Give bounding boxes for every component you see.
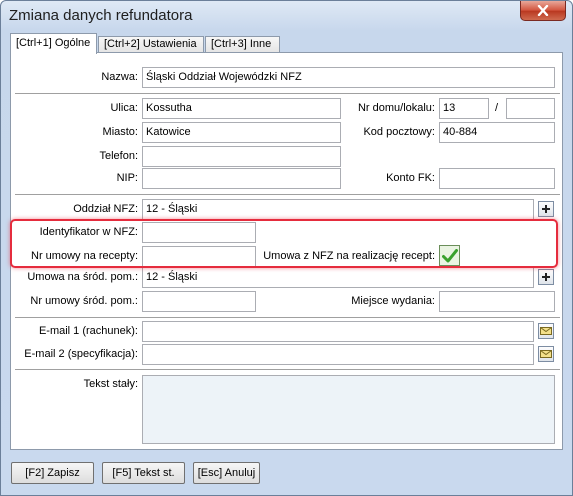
email2-field[interactable] <box>142 344 534 365</box>
highlight-frame <box>10 219 558 268</box>
envelope-icon <box>540 327 552 335</box>
umowa-srod-field[interactable]: 12 - Śląski <box>142 267 534 288</box>
telefon-label: Telefon: <box>99 150 138 162</box>
email1-label: E-mail 1 (rachunek): <box>38 325 138 337</box>
nr-lokalu-field[interactable] <box>506 98 555 119</box>
separator <box>15 369 560 370</box>
umowa-srod-label: Umowa na śród. pom.: <box>27 271 138 283</box>
umowa-srod-select-button[interactable] <box>538 269 554 285</box>
telefon-field[interactable] <box>142 146 341 167</box>
nip-label: NIP: <box>116 172 138 184</box>
konto-label: Konto FK: <box>386 172 435 184</box>
konto-field[interactable] <box>439 168 555 189</box>
miasto-label: Miasto: <box>102 126 138 138</box>
tab-ustawienia[interactable]: [Ctrl+2] Ustawienia <box>98 36 204 53</box>
nr-domu-field[interactable]: 13 <box>439 98 489 119</box>
save-button[interactable]: [F2] Zapisz <box>11 462 94 484</box>
oddzial-label: Oddział NFZ: <box>73 203 138 215</box>
window-title: Zmiana danych refundatora <box>9 7 193 24</box>
nazwa-label: Nazwa: <box>101 71 138 83</box>
kod-label: Kod pocztowy: <box>363 126 435 138</box>
tab-inne[interactable]: [Ctrl+3] Inne <box>205 36 280 53</box>
cancel-button[interactable]: [Esc] Anuluj <box>193 462 260 484</box>
oddzial-field[interactable]: 12 - Śląski <box>142 199 534 220</box>
email2-label: E-mail 2 (specyfikacja): <box>24 348 138 360</box>
email1-field[interactable] <box>142 321 534 342</box>
kod-field[interactable]: 40-884 <box>439 122 555 143</box>
tekst-label: Tekst stały: <box>83 378 138 390</box>
oddzial-select-button[interactable] <box>538 201 554 217</box>
ulica-label: Ulica: <box>110 102 138 114</box>
tab-ogolne[interactable]: [Ctrl+1] Ogólne <box>10 33 97 54</box>
close-button[interactable] <box>520 1 566 21</box>
envelope-icon <box>540 350 552 358</box>
nr-separator: / <box>495 102 499 114</box>
separator <box>15 317 560 318</box>
plus-icon <box>542 273 550 281</box>
miejsce-label: Miejsce wydania: <box>351 295 435 307</box>
nr-umowy-srod-label: Nr umowy śród. pom.: <box>30 295 138 307</box>
nr-domu-label: Nr domu/lokalu: <box>357 102 435 114</box>
separator <box>15 93 560 94</box>
email1-envelope-button[interactable] <box>538 323 554 339</box>
nr-umowy-srod-field[interactable] <box>142 291 256 312</box>
miejsce-field[interactable] <box>439 291 555 312</box>
tekst-textarea[interactable] <box>142 375 555 444</box>
dialog-window: Zmiana danych refundatora [Ctrl+1] Ogóln… <box>0 0 573 496</box>
separator <box>15 194 560 195</box>
close-icon <box>537 5 549 16</box>
nazwa-field[interactable]: Śląski Oddział Wojewódzki NFZ <box>142 67 555 88</box>
text-button[interactable]: [F5] Tekst st. <box>102 462 185 484</box>
plus-icon <box>542 205 550 213</box>
email2-envelope-button[interactable] <box>538 346 554 362</box>
